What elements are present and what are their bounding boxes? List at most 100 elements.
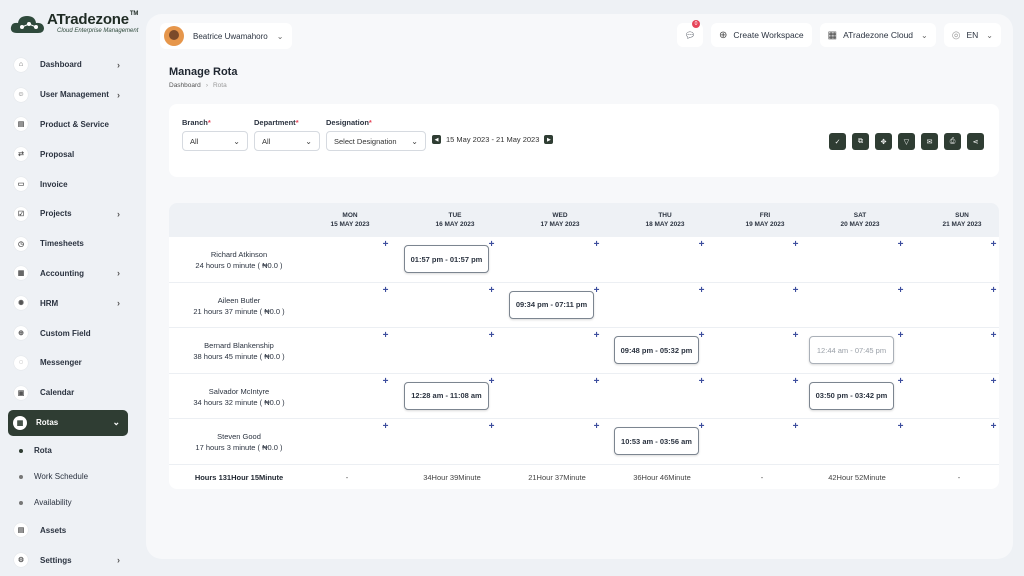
add-shift-icon[interactable]: + [487, 422, 496, 432]
sidebar-item-projects[interactable]: ☑ Projects › [0, 199, 145, 229]
sidebar-item-settings[interactable]: ⚙ Settings › [0, 545, 145, 575]
sidebar-item-user-management[interactable]: ☺ User Management › [0, 80, 145, 110]
add-shift-icon[interactable]: + [697, 240, 706, 250]
shift-card[interactable]: 09:48 pm - 05:32 pm [614, 336, 699, 365]
sidebar-item-rotas[interactable]: ▦ Rotas ⌄ [8, 409, 128, 436]
sidebar-item-custom-field[interactable]: ⊕ Custom Field [0, 318, 145, 348]
sidebar-item-messenger[interactable]: ◌ Messenger [0, 348, 145, 378]
add-shift-icon[interactable]: + [791, 376, 800, 386]
sidebar-item-product-service[interactable]: ▤ Product & Service [0, 110, 145, 140]
add-shift-icon[interactable]: + [697, 285, 706, 295]
next-week-icon[interactable]: ▶ [544, 135, 554, 144]
sidebar-item-hrm[interactable]: ✺ HRM › [0, 288, 145, 318]
add-shift-icon[interactable]: + [592, 240, 601, 250]
add-shift-icon[interactable]: + [791, 422, 800, 432]
designation-select[interactable]: Select Designation ⌄ [326, 131, 426, 151]
rotas-icon: ▦ [13, 415, 27, 430]
cart-icon: ▤ [14, 117, 28, 132]
add-shift-icon[interactable]: + [791, 240, 800, 250]
sidebar-item-assets[interactable]: ▤ Assets [0, 516, 145, 546]
email-button[interactable]: ✉ [921, 133, 938, 150]
message-count-badge: 0 [692, 20, 701, 28]
add-shift-icon[interactable]: + [989, 422, 998, 432]
day-date: 20 MAY 2023 [840, 221, 880, 228]
add-shift-icon[interactable]: + [896, 422, 905, 432]
breadcrumb-dashboard[interactable]: Dashboard [169, 82, 201, 89]
shift-card[interactable]: 09:34 pm - 07:11 pm [509, 290, 594, 319]
add-shift-icon[interactable]: + [697, 376, 706, 386]
copy-week-button[interactable]: ⧉ [852, 133, 869, 150]
user-menu[interactable]: Beatrice Uwamahoro ⌄ [160, 23, 293, 49]
day-name: MON [342, 212, 358, 219]
add-shift-icon[interactable]: + [487, 331, 496, 341]
add-shift-icon[interactable]: + [592, 376, 601, 386]
sidebar-item-accounting[interactable]: ▦ Accounting › [0, 259, 145, 289]
employee-name[interactable]: Richard Atkinson [169, 249, 309, 260]
branch-select[interactable]: All ⌄ [182, 131, 248, 151]
add-shift-icon[interactable]: + [896, 240, 905, 250]
chevron-down-icon: ⌄ [112, 417, 120, 428]
move-button[interactable]: ✥ [875, 133, 892, 150]
submenu-item-availability[interactable]: Availability [0, 490, 145, 516]
employee-name[interactable]: Salvador McIntyre [169, 386, 309, 397]
add-shift-icon[interactable]: + [989, 331, 998, 341]
add-shift-icon[interactable]: + [989, 240, 998, 250]
messages-button[interactable]: 💬︎ 0 [677, 20, 704, 47]
employee-name[interactable]: Bernard Blankenship [169, 340, 309, 351]
employee-name[interactable]: Aileen Butler [169, 295, 309, 306]
shift-card[interactable]: 10:53 am - 03:56 am [614, 427, 699, 456]
add-shift-icon[interactable]: + [896, 376, 905, 386]
shift-card[interactable]: 12:44 am - 07:45 pm [809, 336, 894, 365]
add-shift-icon[interactable]: + [896, 285, 905, 295]
print-button[interactable]: ⎙ [944, 133, 961, 150]
employee-hours: 24 hours 0 minute ( ₦0.0 ) [195, 261, 283, 270]
add-shift-icon[interactable]: + [989, 285, 998, 295]
add-shift-icon[interactable]: + [989, 376, 998, 386]
add-shift-icon[interactable]: + [381, 422, 390, 432]
add-shift-icon[interactable]: + [381, 376, 390, 386]
gear-icon: ⚙ [14, 553, 28, 568]
prev-week-icon[interactable]: ◀ [432, 135, 441, 144]
add-shift-icon[interactable]: + [896, 331, 905, 341]
day-name: FRI [759, 212, 771, 219]
department-filter: Department* All ⌄ [254, 118, 320, 151]
submenu-item-rota[interactable]: Rota [0, 438, 145, 464]
sidebar-item-invoice[interactable]: ▭ Invoice [0, 169, 145, 199]
employee-name[interactable]: Steven Good [169, 431, 309, 442]
shift-card[interactable]: 12:28 am - 11:08 am [404, 381, 489, 410]
employee-cell: Richard Atkinson 24 hours 0 minute ( ₦0.0… [169, 249, 309, 271]
shift-card[interactable]: 01:57 pm - 01:57 pm [404, 245, 489, 273]
day-date: 21 MAY 2023 [942, 221, 982, 228]
department-select[interactable]: All ⌄ [254, 131, 320, 151]
add-shift-icon[interactable]: + [592, 422, 601, 432]
create-workspace-button[interactable]: ⊕ Create Workspace [711, 23, 812, 47]
day-name: WED [552, 212, 568, 219]
sidebar-item-calendar[interactable]: ▣ Calendar [0, 378, 145, 408]
publish-week-button[interactable]: ✓ [829, 133, 846, 150]
page-title: Manage Rota [169, 66, 238, 78]
language-selector[interactable]: ◎ EN ⌄ [943, 23, 1001, 47]
brand-logo[interactable]: ATradezoneTM Cloud Enterprise Management [9, 11, 139, 39]
add-shift-icon[interactable]: + [791, 285, 800, 295]
submenu-item-work-schedule[interactable]: Work Schedule [0, 464, 145, 490]
add-shift-icon[interactable]: + [381, 240, 390, 250]
share-icon: ⋖ [972, 138, 979, 146]
designation-label: Designation* [326, 118, 372, 127]
sidebar-item-label: Custom Field [40, 328, 91, 338]
add-shift-icon[interactable]: + [592, 331, 601, 341]
sidebar-item-proposal[interactable]: ⇄ Proposal [0, 139, 145, 169]
share-button[interactable]: ⋖ [967, 133, 984, 150]
filter-panel: Branch* All ⌄ Department* All ⌄ Designatio… [169, 104, 999, 177]
sidebar-item-timesheets[interactable]: ◷ Timesheets [0, 229, 145, 259]
users-icon: ☺ [14, 87, 28, 102]
filter-button[interactable]: ▽ [898, 133, 915, 150]
add-shift-icon[interactable]: + [487, 285, 496, 295]
sidebar-item-label: Rotas [36, 418, 59, 428]
sidebar-item-dashboard[interactable]: ⌂ Dashboard › [0, 50, 145, 80]
shift-card[interactable]: 03:50 pm - 03:42 pm [809, 381, 894, 410]
add-shift-icon[interactable]: + [791, 331, 800, 341]
add-shift-icon[interactable]: + [381, 285, 390, 295]
sidebar-item-label: HRM [40, 298, 59, 308]
add-shift-icon[interactable]: + [381, 331, 390, 341]
workspace-selector[interactable]: ▦ ATradezone Cloud ⌄ [819, 23, 936, 47]
